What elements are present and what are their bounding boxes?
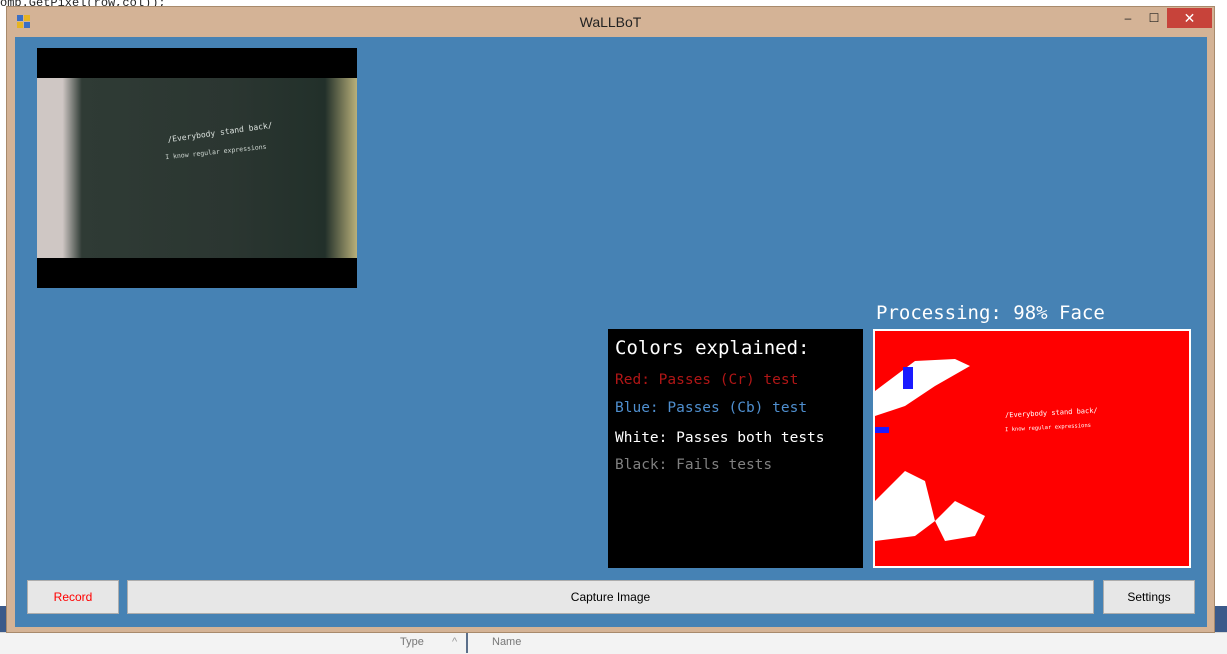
settings-button[interactable]: Settings [1103, 580, 1195, 614]
legend-item-black: Black: Fails tests [615, 457, 773, 473]
window-title: WaLLBoT [579, 14, 642, 30]
webcam-shirt-text: /Everybody stand back/ [166, 120, 274, 145]
background-taskbar-right [1215, 606, 1227, 632]
processed-image-view: /Everybody stand back/ I know regular ex… [873, 329, 1191, 568]
colors-legend: Colors explained: Red: Passes (Cr) test … [608, 329, 863, 568]
webcam-shirt-text: I know regular expressions [164, 142, 267, 162]
background-name-column: Name [492, 636, 522, 648]
wallbot-window: WaLLBoT – ☐ ✕ /Everybody stand back/ I k… [6, 6, 1215, 633]
background-panel [0, 632, 1227, 654]
webcam-preview: /Everybody stand back/ I know regular ex… [37, 48, 357, 288]
legend-heading: Colors explained: [615, 337, 810, 359]
client-area: /Everybody stand back/ I know regular ex… [15, 37, 1207, 627]
record-button[interactable]: Record [27, 580, 119, 614]
capture-image-button[interactable]: Capture Image [127, 580, 1094, 614]
mask-shapes [875, 359, 985, 541]
close-icon[interactable]: ✕ [1167, 8, 1212, 28]
title-bar[interactable]: WaLLBoT – ☐ ✕ [7, 7, 1214, 37]
webcam-frame: /Everybody stand back/ I know regular ex… [37, 78, 357, 258]
legend-item-red: Red: Passes (Cr) test [615, 372, 799, 388]
maximize-icon[interactable]: ☐ [1141, 8, 1167, 28]
legend-item-white: White: Passes both tests [615, 430, 825, 446]
minimize-icon[interactable]: – [1115, 8, 1141, 28]
background-column-separator [466, 633, 468, 653]
processing-status: Processing: 98% Face [876, 302, 1105, 324]
background-sort-arrow-icon: ^ [452, 636, 458, 648]
background-type-column: Type [400, 636, 424, 648]
skin-mask-image: /Everybody stand back/ I know regular ex… [875, 331, 1189, 566]
legend-item-blue: Blue: Passes (Cb) test [615, 400, 808, 416]
